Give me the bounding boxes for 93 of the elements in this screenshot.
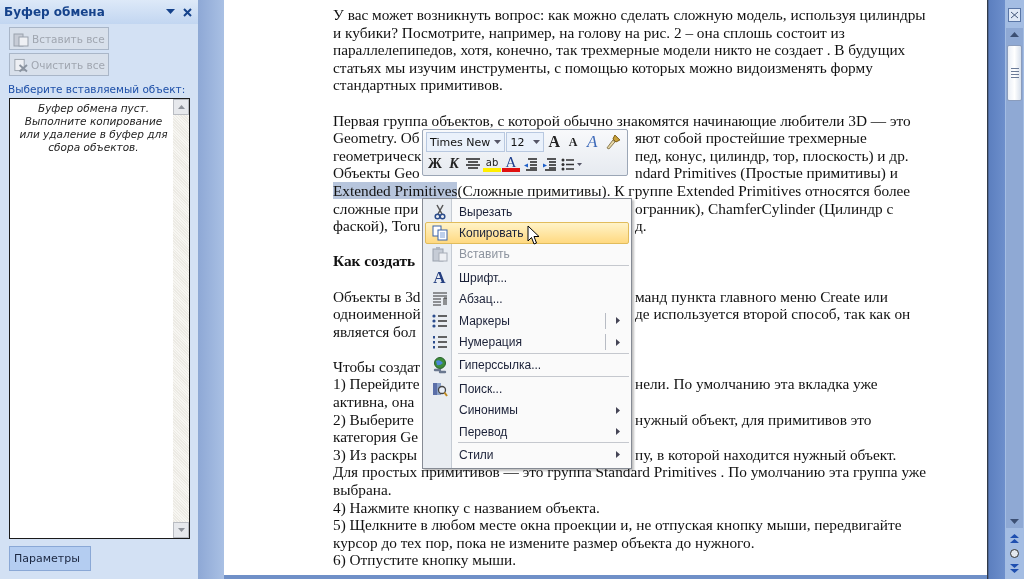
scroll-down-icon[interactable] (1010, 519, 1019, 524)
dropdown-icon (533, 140, 541, 144)
font-icon: A (433, 267, 446, 288)
vertical-scrollbar[interactable] (1006, 28, 1023, 528)
selected-text: Extended Primitives (333, 181, 458, 199)
text-line: нели. По умолчанию эта вкладка уже (635, 375, 878, 394)
clipboard-icon (431, 246, 448, 263)
scroll-down-icon[interactable] (177, 528, 185, 532)
pane-prompt: Выберите вставляемый объект: (8, 83, 187, 95)
text-line: является бол (333, 322, 416, 340)
text-line: огранник), ChamferCylinder (Цилиндр с (635, 199, 894, 218)
text-line: Первая группа объектов, с которой обычно знакомятся начинающие любители 3D — это (333, 111, 911, 129)
font-size-field[interactable]: 12 (506, 132, 545, 152)
submenu-arrow-icon (616, 317, 620, 325)
bullets-icon (431, 313, 448, 328)
menu-item[interactable]: Нумерация (425, 331, 629, 353)
copy-icon (431, 225, 448, 242)
pane-title: Буфер обмена (4, 5, 106, 19)
text-line: 3) Из раскры (333, 445, 418, 464)
text-line: сложные при (333, 199, 419, 218)
text-line: У вас может возникнуть вопрос: как можно сделать сложную модель, используя цилиндры (333, 6, 926, 23)
text-line: Чтобы создат (333, 357, 421, 375)
dropdown-icon (494, 140, 502, 144)
dropdown-icon[interactable] (166, 9, 175, 15)
text-line: Объекты Geo (333, 164, 420, 182)
menu-item[interactable]: Стили (425, 444, 629, 466)
text-line: де используется второй способ, так как он (635, 305, 911, 323)
numbering-icon (431, 335, 448, 350)
submenu-arrow-icon (616, 338, 620, 346)
previous-page-icon[interactable] (1010, 534, 1019, 543)
menu-item[interactable]: Перевод (425, 420, 629, 443)
text-line: 2) Выберите (333, 410, 414, 429)
text-line: манд пункта главного меню Create или (635, 287, 888, 306)
font-name-field[interactable]: Times New (426, 132, 506, 152)
text-line: одноименной (333, 305, 421, 323)
font-color-button[interactable]: A (502, 156, 520, 172)
close-icon[interactable] (183, 7, 192, 17)
research-icon (431, 380, 448, 397)
submenu-arrow-icon (616, 406, 620, 414)
text-line: параллелепипедов, хотя, конечно, так трехмерные модели никто не создает . В будущих (333, 41, 906, 59)
text-line: 5) Щелкните в любом месте окна проекции и, не отпуская кнопку мыши, передвигайте (333, 516, 902, 534)
menu-item[interactable]: A Шрифт... (425, 267, 629, 289)
text-line: выбрана. (333, 481, 392, 499)
text-line: Как создать (333, 252, 416, 270)
text-line: яют собой простейшие трехмерные (635, 129, 867, 147)
italic-button[interactable]: К (445, 154, 463, 174)
shrink-font-button[interactable]: A (564, 132, 583, 152)
menu-item[interactable]: Гиперссылка... (425, 354, 629, 377)
bold-button[interactable]: Ж (426, 154, 444, 174)
styles-button[interactable]: A (583, 132, 602, 152)
highlight-button[interactable]: ab (483, 156, 501, 172)
text-line: ndard Primitives (Простые примитивы) и (635, 164, 898, 182)
next-page-icon[interactable] (1010, 564, 1019, 573)
text-line: и кубики? Посмотрите, например, на голову на рис. 2 – она сплошь состоит из (333, 23, 845, 41)
text-line: 4) Нажмите кнопку с названием объекта. (333, 498, 600, 516)
mouse-cursor-icon (527, 225, 540, 246)
text-line: категория Ge (333, 428, 419, 446)
text-line: (Сложные примитивы). К группе Extended Primitives относятся более (457, 181, 911, 199)
text-line: Geometry. Об (333, 129, 420, 147)
view-ruler-icon[interactable] (1008, 8, 1021, 22)
options-button[interactable]: Параметры (9, 546, 91, 571)
scrollbar[interactable] (173, 99, 189, 538)
menu-item[interactable]: Синонимы (425, 399, 629, 421)
text-line: статьях мы изучим инструменты, с помощью которых можно видоизменять форму (333, 58, 873, 76)
text-line: Объекты в 3d (333, 287, 421, 306)
scroll-up-icon[interactable] (1010, 32, 1019, 37)
clear-icon (13, 56, 28, 73)
menu-item[interactable]: Вырезать (425, 201, 629, 223)
menu-item[interactable]: Маркеры (425, 309, 629, 332)
grow-font-button[interactable]: A (545, 132, 564, 152)
empty-message: Буфер обмена пуст. Выполните копирование или удаление в буфер для сбора объектов. (18, 101, 169, 155)
text-line: активна, она (333, 393, 415, 411)
text-line: фаской), Toru (333, 217, 421, 235)
menu-item[interactable]: Поиск... (425, 378, 629, 400)
menu-item[interactable]: Абзац... (425, 288, 629, 310)
text-line: 1) Перейдите (333, 375, 420, 394)
scissors-icon (432, 203, 447, 220)
text-line: стандартных примитивов. (333, 76, 503, 94)
text-line: геометрическ (333, 146, 422, 165)
globe-link-icon (431, 356, 448, 374)
text-line: курсор до тех пор, пока не измените размер объекта до нужного. (333, 533, 755, 551)
menu-item[interactable]: Копировать (425, 222, 629, 244)
browse-object-icon[interactable] (1010, 549, 1019, 558)
submenu-arrow-icon (616, 428, 620, 436)
text-line: 6) Отпустите кнопку мыши. (333, 551, 516, 569)
text-line: нужный объект, для примитивов это (635, 410, 872, 429)
scroll-up-icon[interactable] (177, 105, 185, 109)
clipboard-icon (13, 30, 29, 47)
paragraph-icon (431, 292, 448, 307)
submenu-arrow-icon (616, 451, 620, 459)
text-line: д. (635, 217, 647, 235)
text-line: пед, конус, цилиндр, тор, плоскость) и др. (635, 146, 909, 165)
text-line: пу, в которой находится нужный объект. (635, 445, 897, 464)
